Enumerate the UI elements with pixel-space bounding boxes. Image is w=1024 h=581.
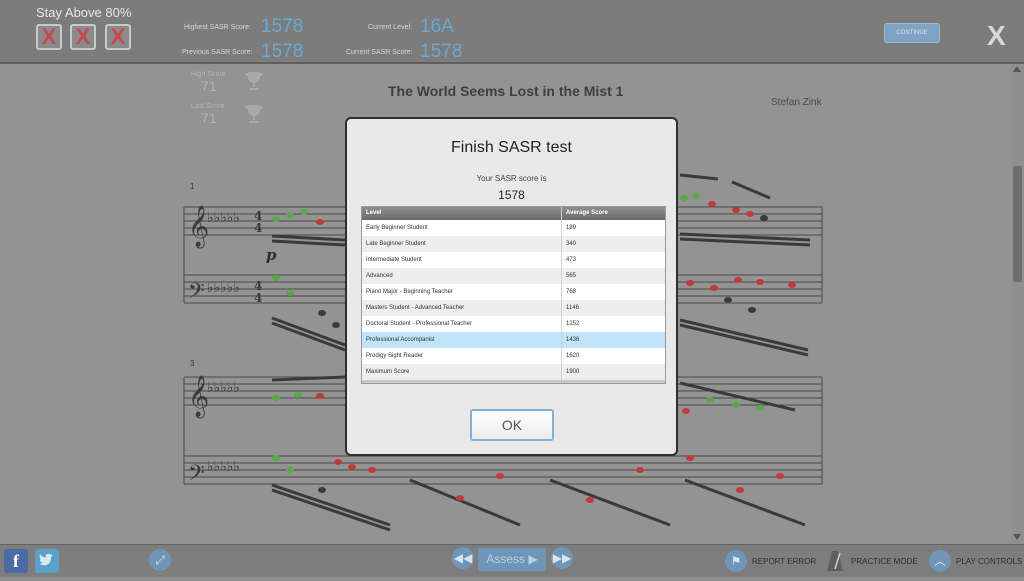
sasr-score-value: 1578	[498, 188, 525, 202]
row-level: Doctoral Student - Professional Teacher	[362, 316, 562, 332]
report-error-label[interactable]: REPORT ERROR	[752, 557, 816, 566]
table-row: Prodigy Sight Reader 1620	[362, 348, 665, 364]
table-row: Advanced 565	[362, 268, 665, 284]
row-level: Early Beginner Student	[362, 220, 562, 236]
svg-text:𝄢: 𝄢	[188, 279, 205, 309]
play-controls-label[interactable]: PLAY CONTROLS	[956, 557, 1022, 566]
table-row: Piano Major - Beginning Teacher 768	[362, 284, 665, 300]
table-header: Level Average Score	[362, 207, 665, 220]
row-level: Piano Major - Beginning Teacher	[362, 284, 562, 300]
practice-mode-label[interactable]: PRACTICE MODE	[851, 557, 918, 566]
ok-button[interactable]: OK	[470, 409, 554, 441]
svg-text:♭♭♭♭♭: ♭♭♭♭♭	[207, 459, 240, 475]
svg-text:4: 4	[254, 291, 262, 305]
row-level: Late Beginner Student	[362, 236, 562, 252]
row-level: Professional Accompanist	[362, 332, 562, 348]
table-row: Intermediate Student 473	[362, 252, 665, 268]
row-score: 768	[566, 289, 577, 295]
table-row: Doctoral Student - Professional Teacher …	[362, 316, 665, 332]
scrollbar-thumb[interactable]	[1013, 166, 1022, 282]
svg-text:4: 4	[254, 221, 262, 235]
score-caption: Your SASR score is	[476, 174, 547, 183]
measure-number-1: 1	[190, 182, 195, 191]
svg-text:𝄢: 𝄢	[188, 461, 205, 491]
fullscreen-icon[interactable]: ⤢	[149, 549, 171, 571]
row-score: 340	[566, 241, 577, 247]
row-score: 1146	[566, 305, 579, 311]
row-score: 189	[566, 225, 577, 231]
row-score: 473	[566, 257, 577, 263]
bottom-bar: f ⤢ ◀◀ Assess ▶ ▶▶ ⚑ REPORT ERROR PRACTI…	[0, 544, 1024, 577]
scroll-down-arrow[interactable]	[1013, 534, 1021, 540]
table-row: Late Beginner Student 340	[362, 236, 665, 252]
row-level: Maximum Score	[362, 364, 562, 380]
finish-test-dialog: Finish SASR test Your SASR score is 1578…	[345, 117, 678, 456]
row-score: 1900	[566, 369, 580, 375]
next-icon[interactable]: ▶▶	[551, 547, 573, 569]
row-score: 1436	[566, 337, 580, 343]
dialog-title: Finish SASR test	[451, 139, 572, 156]
previous-icon[interactable]: ◀◀	[452, 547, 474, 569]
level-score-table: Level Average Score Early Beginner Stude…	[361, 206, 666, 384]
row-score: 1252	[566, 321, 580, 327]
svg-text:♭♭♭♭♭: ♭♭♭♭♭	[207, 210, 240, 226]
row-level: Intermediate Student	[362, 252, 562, 268]
row-level: Prodigy Sight Reader	[362, 348, 562, 364]
table-row: Maximum Score 1900	[362, 364, 665, 380]
facebook-icon[interactable]: f	[4, 549, 28, 573]
table-row: Masters Student - Advanced Teacher 1146	[362, 300, 665, 316]
play-controls-chevron-up-icon[interactable]: ︿	[929, 550, 951, 572]
dynamic-marking: p	[266, 246, 277, 264]
row-score: 1620	[566, 353, 580, 359]
row-score: 565	[566, 273, 577, 279]
scroll-up-arrow[interactable]	[1013, 66, 1021, 72]
svg-text:♭♭♭♭♭: ♭♭♭♭♭	[207, 380, 240, 396]
row-level: Masters Student - Advanced Teacher	[362, 300, 562, 316]
table-row: Early Beginner Student 189	[362, 220, 665, 236]
twitter-icon[interactable]	[35, 549, 59, 573]
table-row-highlighted: Professional Accompanist 1436	[362, 332, 665, 348]
header-level: Level	[362, 207, 562, 220]
metronome-icon[interactable]	[826, 549, 844, 573]
row-level: Advanced	[362, 268, 562, 284]
svg-text:♭♭♭♭♭: ♭♭♭♭♭	[207, 280, 240, 296]
report-error-flag-icon[interactable]: ⚑	[725, 550, 747, 572]
table-footer	[362, 380, 665, 383]
measure-number-3: 3	[190, 359, 195, 368]
assess-button[interactable]: Assess ▶	[478, 548, 546, 571]
header-average-score: Average Score	[566, 210, 608, 216]
